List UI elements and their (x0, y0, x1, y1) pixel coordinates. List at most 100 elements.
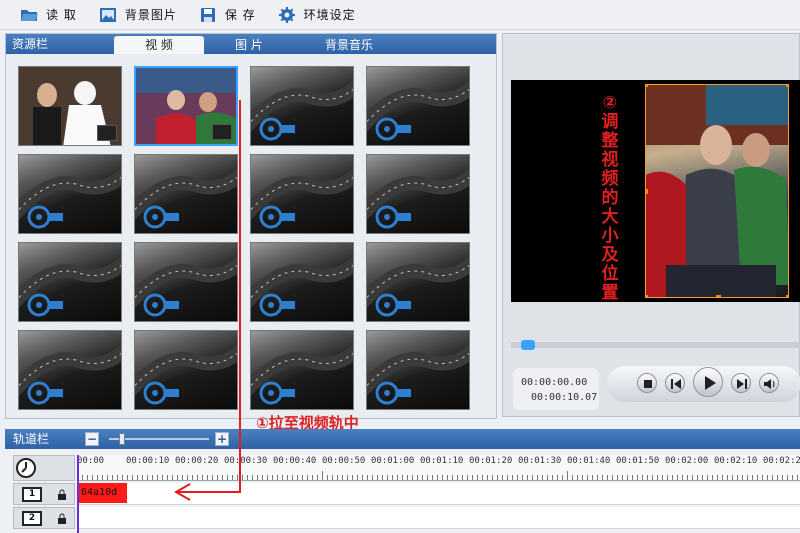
film-reel-placeholder-icon (367, 155, 469, 233)
volume-button[interactable] (759, 373, 779, 393)
ruler-tick (697, 475, 698, 480)
ruler-tick (302, 475, 303, 480)
video-thumbnail[interactable] (366, 330, 470, 410)
ruler-time-label: 00:02:20 (763, 456, 800, 466)
video-track-1[interactable] (77, 483, 800, 505)
ruler-time-label: 00:01:30 (518, 456, 562, 466)
zoom-out-button[interactable]: − (85, 432, 99, 446)
ruler-tick (717, 475, 718, 480)
ruler-tick (222, 475, 223, 480)
ruler-tick (352, 475, 353, 480)
ruler-tick (562, 475, 563, 480)
ruler-tick (82, 475, 83, 480)
tab-image[interactable]: 图 片 (204, 36, 294, 54)
video-thumbnail[interactable] (134, 66, 238, 146)
ruler-tick (147, 475, 148, 480)
video-thumbnail[interactable] (18, 330, 122, 410)
resize-handle[interactable] (646, 189, 648, 194)
ruler-tick (97, 475, 98, 480)
ruler-tick (242, 475, 243, 480)
video-thumbnail[interactable] (18, 242, 122, 322)
video-thumbnail[interactable] (134, 242, 238, 322)
resize-handle[interactable] (786, 295, 788, 297)
video-thumbnail[interactable] (134, 154, 238, 234)
resize-handle[interactable] (646, 295, 648, 297)
timeline-header-cell (13, 455, 75, 481)
film-reel-placeholder-icon (135, 331, 237, 409)
ruler-tick (577, 475, 578, 480)
ruler-tick (212, 475, 213, 480)
play-button[interactable] (693, 367, 723, 397)
ruler-tick (642, 475, 643, 480)
zoom-slider-knob[interactable] (119, 433, 125, 445)
ruler-tick (202, 475, 203, 480)
ruler-tick (237, 475, 238, 480)
tab-background-music[interactable]: 背景音乐 (294, 36, 404, 54)
timeline-clip[interactable]: 64a10d (79, 483, 127, 503)
ruler-tick (127, 475, 128, 480)
lock-icon[interactable] (56, 489, 68, 504)
video-thumbnail[interactable] (18, 154, 122, 234)
ruler-tick (657, 475, 658, 480)
video-thumbnail[interactable] (366, 242, 470, 322)
film-reel-placeholder-icon (367, 67, 469, 145)
stop-button[interactable] (637, 373, 657, 393)
ruler-tick (382, 475, 383, 480)
ruler-tick (137, 475, 138, 480)
playhead[interactable] (77, 455, 79, 533)
environment-settings-button[interactable]: 环境设定 (270, 3, 364, 27)
total-time: 00:00:10.07 (531, 392, 598, 403)
video-thumbnail[interactable] (18, 66, 122, 146)
video-thumbnail[interactable] (250, 154, 354, 234)
video-thumbnail[interactable] (250, 330, 354, 410)
ruler-time-label: 00:02:00 (665, 456, 709, 466)
ruler-tick (742, 475, 743, 480)
ruler-tick (432, 475, 433, 480)
preview-video-clip[interactable] (645, 84, 789, 298)
resize-handle[interactable] (716, 295, 721, 297)
film-reel-placeholder-icon (251, 243, 353, 321)
video-camera-icon (97, 125, 117, 141)
ruler-tick (597, 475, 598, 480)
ruler-tick (652, 475, 653, 480)
video-thumbnail[interactable] (250, 242, 354, 322)
zoom-slider[interactable] (109, 433, 209, 445)
ruler-tick (687, 475, 688, 480)
ruler-tick (472, 475, 473, 480)
ruler-tick (772, 475, 773, 480)
tab-video[interactable]: 视 频 (114, 36, 204, 54)
main-toolbar: 读 取 背景图片 保 存 环境设定 (0, 0, 800, 30)
video-track-2[interactable] (77, 507, 800, 529)
ruler-time-label: 00:00:10 (126, 456, 170, 466)
ruler-tick (347, 475, 348, 480)
lock-icon[interactable] (56, 513, 68, 528)
background-image-button[interactable]: 背景图片 (91, 3, 185, 27)
resize-handle[interactable] (786, 85, 788, 87)
preview-panel: ②调整视频的大小及位置 00:00:00.00 00:00:10.07 (502, 33, 800, 417)
ruler-tick (532, 475, 533, 480)
video-thumbnail[interactable] (366, 66, 470, 146)
video-thumbnail[interactable] (366, 154, 470, 234)
video-thumbnail[interactable] (250, 66, 354, 146)
save-button[interactable]: 保 存 (191, 3, 264, 27)
next-frame-button[interactable] (731, 373, 751, 393)
zoom-in-button[interactable]: + (215, 432, 229, 446)
ruler-tick (132, 475, 133, 480)
read-button[interactable]: 读 取 (12, 3, 85, 27)
timeline-ruler[interactable]: 00:00 00:00:10 00:00:20 00:00:30 00:00:40 00:… (77, 455, 800, 481)
ruler-tick (612, 475, 613, 480)
playback-progress-bar[interactable] (511, 340, 800, 350)
video-thumbnail[interactable] (134, 330, 238, 410)
ruler-tick (397, 475, 398, 480)
folder-open-icon (20, 7, 38, 23)
resize-handle[interactable] (646, 85, 648, 87)
ruler-tick (197, 475, 198, 480)
ruler-tick (752, 475, 753, 480)
previous-frame-button[interactable] (665, 373, 685, 393)
resize-annotation: ②调整视频的大小及位置 (601, 93, 619, 303)
ruler-tick (377, 475, 378, 480)
ruler-tick (627, 475, 628, 480)
ruler-tick (712, 475, 713, 480)
progress-knob[interactable] (521, 340, 535, 350)
ruler-tick (342, 475, 343, 480)
